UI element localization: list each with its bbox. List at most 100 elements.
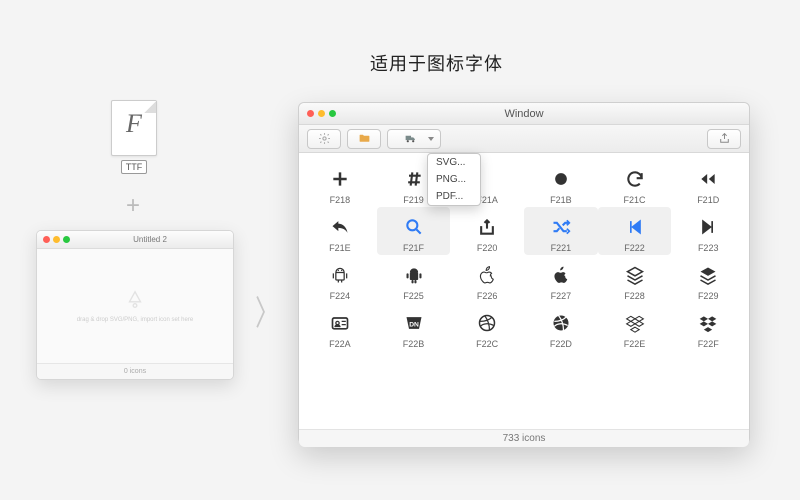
icon-code: F223: [671, 243, 745, 253]
android-icon: [303, 261, 377, 289]
export-dropdown-menu: SVG... PNG... PDF...: [427, 153, 481, 206]
ttf-badge: TTF: [121, 160, 148, 174]
icon-cell-F22A[interactable]: F22A: [303, 303, 377, 351]
share-icon: [450, 213, 524, 241]
icon-code: F220: [450, 243, 524, 253]
icon-code: F226: [450, 291, 524, 301]
apple-outline-icon: [450, 261, 524, 289]
icon-cell-F22C[interactable]: F22C: [450, 303, 524, 351]
icon-code: F227: [524, 291, 598, 301]
icon-code: F22C: [450, 339, 524, 349]
icon-cell-F21E[interactable]: F21E: [303, 207, 377, 255]
minimize-icon[interactable]: [53, 236, 60, 243]
icon-cell-F222[interactable]: F222: [598, 207, 672, 255]
icon-cell-F223[interactable]: F223: [671, 207, 745, 255]
icon-grid: F218F219F21AF21BF21CF21DF21EF21FF220F221…: [299, 153, 749, 429]
folder-icon: [358, 132, 371, 145]
icon-code: F222: [598, 243, 672, 253]
skip-back-icon: [598, 213, 672, 241]
id-icon: [303, 309, 377, 337]
dn-icon: DN: [377, 309, 451, 337]
icon-cell-F218[interactable]: F218: [303, 159, 377, 207]
icon-code: F21C: [598, 195, 672, 205]
icon-cell-F226[interactable]: F226: [450, 255, 524, 303]
search-icon: [377, 213, 451, 241]
zoom-icon[interactable]: [63, 236, 70, 243]
icon-cell-F22D[interactable]: F22D: [524, 303, 598, 351]
dropzone-icon: [124, 289, 146, 311]
icon-code: F21F: [377, 243, 451, 253]
icon-cell-F22F[interactable]: F22F: [671, 303, 745, 351]
layers-alt-icon: [671, 261, 745, 289]
icon-cell-F22E[interactable]: F22E: [598, 303, 672, 351]
export-svg-item[interactable]: SVG...: [428, 154, 480, 171]
reply-icon: [303, 213, 377, 241]
gear-icon: [318, 132, 331, 145]
svg-text:DN: DN: [409, 321, 419, 328]
close-icon[interactable]: [307, 110, 314, 117]
icon-code: F221: [524, 243, 598, 253]
icon-cell-F21D[interactable]: F21D: [671, 159, 745, 207]
page-heading: 适用于图标字体: [370, 50, 503, 76]
dropbox-icon: [671, 309, 745, 337]
empty-window: Untitled 2 drag & drop SVG/PNG, import i…: [36, 230, 234, 380]
skip-forward-icon: [671, 213, 745, 241]
icon-cell-F21B[interactable]: F21B: [524, 159, 598, 207]
icon-code: F21B: [524, 195, 598, 205]
icon-cell-F229[interactable]: F229: [671, 255, 745, 303]
icon-cell-F228[interactable]: F228: [598, 255, 672, 303]
ttf-file-tile: F TTF: [104, 100, 164, 174]
dribbble-alt-icon: [524, 309, 598, 337]
icon-cell-F220[interactable]: F220: [450, 207, 524, 255]
settings-button[interactable]: [307, 129, 341, 149]
apple-icon: [524, 261, 598, 289]
folder-button[interactable]: [347, 129, 381, 149]
dropzone-hint: drag & drop SVG/PNG, import icon set her…: [77, 317, 193, 323]
icon-code: F229: [671, 291, 745, 301]
icon-code: F224: [303, 291, 377, 301]
icon-code: F22E: [598, 339, 672, 349]
arrow-right-icon: 〉: [255, 286, 279, 335]
truck-icon: [404, 132, 417, 145]
shuffle-icon: [524, 213, 598, 241]
android-alt-icon: [377, 261, 451, 289]
icon-code: F228: [598, 291, 672, 301]
minimize-icon[interactable]: [318, 110, 325, 117]
icon-cell-F21C[interactable]: F21C: [598, 159, 672, 207]
refresh-icon: [598, 165, 672, 193]
empty-window-body[interactable]: drag & drop SVG/PNG, import icon set her…: [37, 249, 233, 363]
close-icon[interactable]: [43, 236, 50, 243]
main-titlebar: Window: [299, 103, 749, 125]
main-window: Window SVG... PNG... PDF... F218F219F21A…: [298, 102, 750, 444]
export-png-item[interactable]: PNG...: [428, 171, 480, 188]
plus-symbol: +: [126, 192, 140, 220]
share-icon: [718, 132, 731, 145]
icon-cell-F221[interactable]: F221: [524, 207, 598, 255]
icon-code: F21E: [303, 243, 377, 253]
share-button[interactable]: [707, 129, 741, 149]
zoom-icon[interactable]: [329, 110, 336, 117]
main-window-footer: 733 icons: [299, 429, 749, 447]
dribbble-icon: [450, 309, 524, 337]
icon-code: F22B: [377, 339, 451, 349]
main-window-title: Window: [299, 108, 749, 120]
circle-icon: [524, 165, 598, 193]
export-pdf-item[interactable]: PDF...: [428, 188, 480, 205]
icon-cell-F22B[interactable]: DN F22B: [377, 303, 451, 351]
icon-cell-F227[interactable]: F227: [524, 255, 598, 303]
icon-cell-F21F[interactable]: F21F: [377, 207, 451, 255]
icon-code: F21D: [671, 195, 745, 205]
plus-icon: [303, 165, 377, 193]
document-icon: F: [111, 100, 157, 156]
dropbox-outline-icon: [598, 309, 672, 337]
icon-cell-F224[interactable]: F224: [303, 255, 377, 303]
icon-cell-F225[interactable]: F225: [377, 255, 451, 303]
icon-code: F22D: [524, 339, 598, 349]
icon-code: F22A: [303, 339, 377, 349]
export-dropdown-button[interactable]: [387, 129, 441, 149]
icon-code: F22F: [671, 339, 745, 349]
layers-icon: [598, 261, 672, 289]
icon-code: F225: [377, 291, 451, 301]
icon-code: F218: [303, 195, 377, 205]
empty-window-title: Untitled 2: [73, 235, 227, 244]
